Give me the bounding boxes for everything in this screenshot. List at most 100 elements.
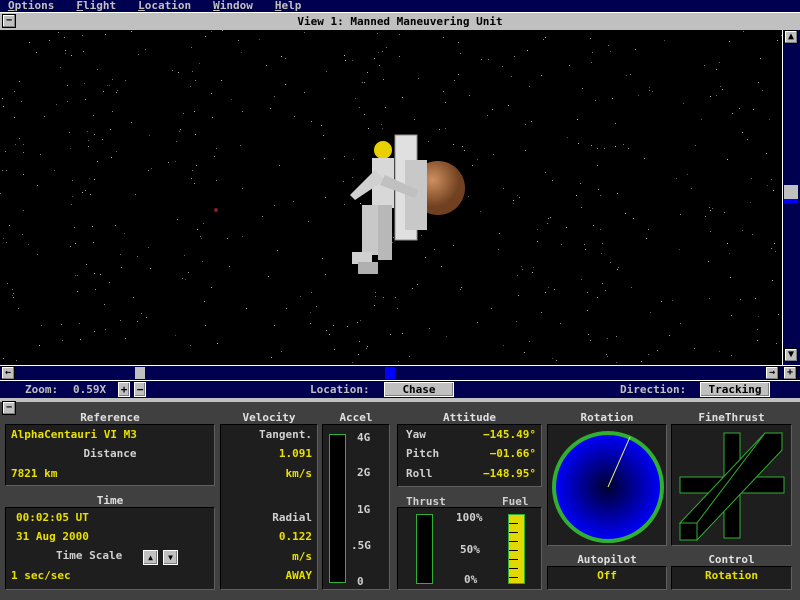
star <box>353 159 354 160</box>
star <box>90 194 91 195</box>
star <box>110 129 111 130</box>
star <box>41 325 42 326</box>
star <box>88 140 89 141</box>
star <box>294 116 295 117</box>
time-scale-up-button[interactable]: ▲ <box>143 550 158 565</box>
star <box>84 83 85 84</box>
star <box>58 32 59 33</box>
thrust-box: 100% 50% 0% <box>397 507 542 590</box>
star <box>259 39 260 40</box>
star <box>771 248 772 249</box>
star <box>531 121 532 122</box>
star <box>3 238 4 239</box>
star <box>397 308 398 309</box>
star <box>175 335 176 336</box>
star <box>550 217 551 218</box>
star <box>602 243 603 244</box>
scroll-up-button[interactable]: ▲ <box>784 30 798 44</box>
star <box>117 90 118 91</box>
menu-window[interactable]: Window <box>205 0 253 12</box>
star <box>217 343 218 344</box>
star <box>514 56 515 57</box>
autopilot-button[interactable]: Off <box>547 566 667 590</box>
menu-bar: Options Flight Location Window Help <box>0 0 800 12</box>
star <box>120 254 121 255</box>
menu-flight[interactable]: Flight <box>68 0 116 12</box>
star <box>719 62 720 63</box>
star <box>6 170 7 171</box>
star <box>743 31 744 32</box>
star <box>279 165 280 166</box>
space-viewport[interactable] <box>0 30 782 365</box>
star <box>191 47 192 48</box>
star <box>499 233 500 234</box>
tangent-value: 1.091 <box>278 447 312 460</box>
star <box>67 85 68 86</box>
star <box>148 247 149 248</box>
yaw-label: Yaw <box>406 428 426 441</box>
star <box>412 288 413 289</box>
star <box>641 361 642 362</box>
star <box>333 325 334 326</box>
star <box>242 111 243 112</box>
star <box>172 70 173 71</box>
star <box>23 152 24 153</box>
star <box>445 102 446 103</box>
star <box>710 96 711 97</box>
finethrust-box[interactable] <box>671 424 792 546</box>
menu-location[interactable]: Location <box>130 0 191 12</box>
pitch-label: Pitch <box>406 447 440 460</box>
star <box>86 264 87 265</box>
star <box>617 193 618 194</box>
zoom-in-button[interactable]: + <box>118 382 130 397</box>
horizontal-scrollbar[interactable]: ← → + <box>0 365 800 380</box>
star <box>709 207 710 208</box>
star <box>177 219 178 220</box>
star <box>585 249 586 250</box>
location-label: Location: <box>310 383 370 396</box>
scroll-down-button[interactable]: ▼ <box>784 348 798 362</box>
star <box>344 55 345 56</box>
star <box>135 194 136 195</box>
location-button[interactable]: Chase <box>384 382 454 397</box>
star <box>716 69 717 70</box>
horizontal-scroll-thumb[interactable] <box>135 367 145 379</box>
radial-label: Radial <box>272 511 312 524</box>
direction-button[interactable]: Tracking <box>700 382 770 397</box>
system-menu-button[interactable]: − <box>2 14 16 28</box>
size-grip[interactable]: + <box>783 366 797 380</box>
star <box>709 298 710 299</box>
attitude-box: Yaw −145.49° Pitch −01.66° Roll −148.95° <box>397 424 542 487</box>
rotation-box[interactable] <box>547 424 667 546</box>
star <box>541 75 542 76</box>
star <box>268 276 269 277</box>
star <box>184 255 185 256</box>
star <box>477 322 478 323</box>
star <box>672 300 673 301</box>
time-scale-down-button[interactable]: ▼ <box>163 550 178 565</box>
time-scale-value: 1 sec/sec <box>11 569 71 582</box>
star <box>669 335 670 336</box>
star <box>492 109 493 110</box>
star <box>77 291 78 292</box>
star <box>616 336 617 337</box>
scroll-right-button[interactable]: → <box>765 366 779 380</box>
star <box>360 320 361 321</box>
star <box>719 351 720 352</box>
menu-options[interactable]: Options <box>0 0 54 12</box>
star <box>453 245 454 246</box>
star <box>352 60 353 61</box>
menu-help[interactable]: Help <box>267 0 302 12</box>
star <box>36 52 37 53</box>
vertical-scroll-thumb[interactable] <box>784 185 798 199</box>
zoom-out-button[interactable]: − <box>134 382 146 397</box>
control-button[interactable]: Rotation <box>671 566 792 590</box>
scroll-left-button[interactable]: ← <box>1 366 15 380</box>
star <box>569 65 570 66</box>
star <box>285 58 286 59</box>
star <box>105 34 106 35</box>
star <box>360 203 361 204</box>
reference-box[interactable]: AlphaCentauri VI M3 Distance 7821 km <box>5 424 215 486</box>
vertical-scrollbar[interactable]: ▲ ▼ <box>782 30 800 365</box>
star <box>552 358 553 359</box>
